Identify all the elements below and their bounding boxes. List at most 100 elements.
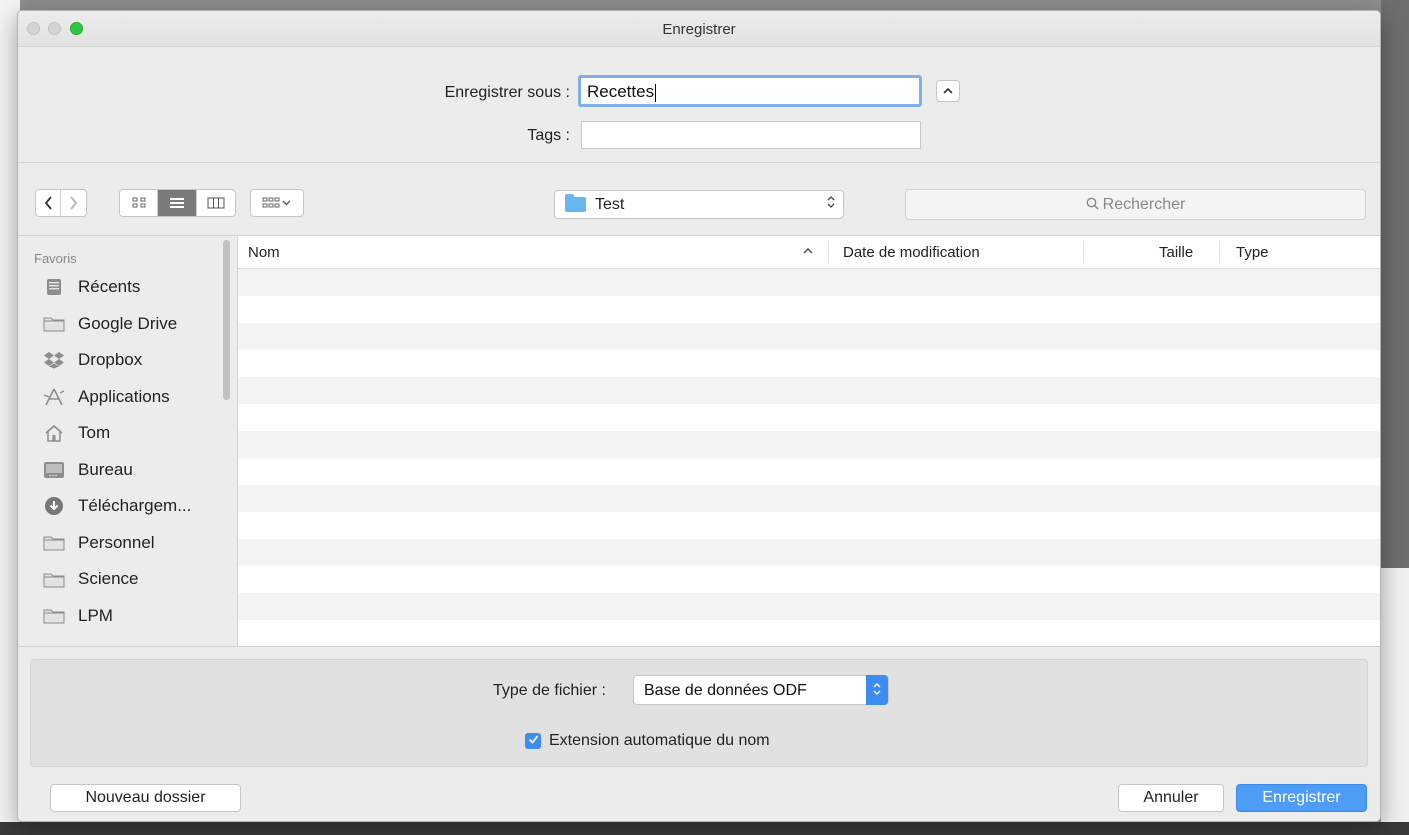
sidebar-item-google-drive[interactable]: Google Drive — [18, 306, 237, 343]
sidebar-item-label: LPM — [78, 605, 113, 625]
search-placeholder: Rechercher — [1102, 196, 1186, 213]
downloads-icon — [42, 496, 66, 516]
list-view-icon — [170, 198, 185, 208]
auto-extension-option[interactable]: Extension automatique du nom — [525, 732, 770, 750]
back-button[interactable] — [36, 190, 62, 216]
tags-label: Tags : — [527, 127, 570, 144]
browser-toolbar: Test Rechercher — [18, 189, 1380, 221]
sidebar-item-label: Personnel — [78, 532, 155, 552]
file-type-label: Type de fichier : — [493, 682, 606, 699]
column-separator[interactable] — [1083, 241, 1084, 263]
location-popup[interactable]: Test — [554, 190, 844, 219]
column-separator[interactable] — [828, 241, 829, 263]
auto-extension-checkbox[interactable] — [525, 733, 541, 749]
title-bar: Enregistrer — [18, 11, 1380, 47]
empty-row — [238, 593, 1380, 620]
background-window-bottom — [0, 822, 1409, 835]
file-type-select[interactable]: Base de données ODF — [633, 675, 889, 705]
file-list: Nom Date de modification Taille Type — [238, 236, 1380, 646]
empty-row — [238, 296, 1380, 323]
sidebar: Favoris Récents Google Drive Dropbox App… — [18, 236, 237, 646]
sidebar-item-personnel[interactable]: Personnel — [18, 525, 237, 562]
cancel-button[interactable]: Annuler — [1118, 784, 1224, 812]
empty-row — [238, 323, 1380, 350]
text-caret — [655, 83, 657, 102]
sidebar-item-label: Science — [78, 569, 139, 589]
empty-row — [238, 539, 1380, 566]
sidebar-section-title: Favoris — [34, 251, 77, 266]
sidebar-item-science[interactable]: Science — [18, 561, 237, 598]
column-header-name[interactable]: Nom — [248, 244, 280, 261]
column-view-button[interactable] — [197, 190, 235, 216]
save-dialog: Enregistrer Enregistrer sous : Recettes … — [17, 10, 1381, 822]
save-as-row: Enregistrer sous : Recettes — [18, 75, 1380, 109]
sidebar-item-desktop[interactable]: Bureau — [18, 452, 237, 489]
file-type-value: Base de données ODF — [644, 682, 807, 699]
folder-icon — [42, 533, 66, 553]
empty-row — [238, 620, 1380, 646]
group-by-icon — [262, 197, 291, 208]
collapse-dialog-button[interactable] — [936, 80, 960, 102]
navigation-buttons — [35, 189, 87, 217]
view-mode-buttons — [119, 189, 236, 217]
save-as-value: Recettes — [587, 82, 655, 101]
sidebar-item-dropbox[interactable]: Dropbox — [18, 342, 237, 379]
empty-row — [238, 269, 1380, 296]
search-icon — [1086, 197, 1099, 210]
sidebar-item-downloads[interactable]: Téléchargem... — [18, 488, 237, 525]
sidebar-scrollbar[interactable] — [223, 240, 230, 400]
window-title: Enregistrer — [662, 21, 736, 38]
folder-icon — [42, 314, 66, 334]
save-options-panel: Type de fichier : Base de données ODF Ex… — [30, 659, 1368, 767]
icon-view-icon — [132, 197, 146, 208]
divider — [18, 162, 1380, 163]
folder-icon — [42, 569, 66, 589]
new-folder-button[interactable]: Nouveau dossier — [50, 784, 241, 812]
tags-input[interactable] — [581, 121, 921, 149]
sidebar-item-recents[interactable]: Récents — [18, 269, 237, 306]
save-button[interactable]: Enregistrer — [1236, 784, 1367, 812]
chevron-left-icon — [44, 196, 52, 210]
tags-row: Tags : — [18, 119, 1380, 149]
sidebar-item-label: Bureau — [78, 459, 133, 479]
home-icon — [42, 423, 66, 443]
search-input[interactable]: Rechercher — [905, 189, 1366, 220]
sidebar-item-label: Dropbox — [78, 350, 143, 370]
folder-icon — [565, 194, 586, 212]
sidebar-list: Récents Google Drive Dropbox Application… — [18, 269, 237, 634]
sidebar-item-lpm[interactable]: LPM — [18, 598, 237, 635]
group-options-button[interactable] — [250, 189, 304, 217]
sidebar-item-home[interactable]: Tom — [18, 415, 237, 452]
empty-row — [238, 485, 1380, 512]
forward-button[interactable] — [61, 190, 86, 216]
file-list-header: Nom Date de modification Taille Type — [238, 236, 1380, 269]
empty-row — [238, 377, 1380, 404]
sidebar-item-label: Récents — [78, 277, 141, 297]
sidebar-item-label: Applications — [78, 386, 170, 406]
save-as-input[interactable]: Recettes — [578, 75, 922, 107]
chevron-right-icon — [70, 196, 78, 210]
empty-row — [238, 404, 1380, 431]
empty-row — [238, 350, 1380, 377]
chevron-up-icon — [943, 87, 953, 94]
group-options-cell — [251, 190, 303, 216]
column-view-icon — [207, 197, 225, 209]
sort-ascending-icon[interactable] — [803, 244, 813, 258]
column-header-size[interactable]: Taille — [1159, 244, 1193, 261]
popup-arrows-icon — [827, 195, 835, 211]
column-header-date[interactable]: Date de modification — [843, 244, 980, 261]
icon-view-button[interactable] — [120, 190, 159, 216]
checkmark-icon — [528, 735, 538, 744]
popup-arrows-icon — [866, 675, 888, 705]
file-list-rows — [238, 269, 1380, 646]
column-separator[interactable] — [1219, 241, 1220, 263]
sidebar-item-label: Tom — [78, 423, 111, 443]
sidebar-item-applications[interactable]: Applications — [18, 379, 237, 416]
empty-row — [238, 458, 1380, 485]
list-view-button[interactable] — [158, 190, 197, 216]
applications-icon — [42, 387, 66, 407]
empty-row — [238, 431, 1380, 458]
column-header-type[interactable]: Type — [1236, 244, 1269, 261]
sidebar-item-label: Google Drive — [78, 313, 178, 333]
sidebar-item-label: Téléchargem... — [78, 496, 192, 516]
